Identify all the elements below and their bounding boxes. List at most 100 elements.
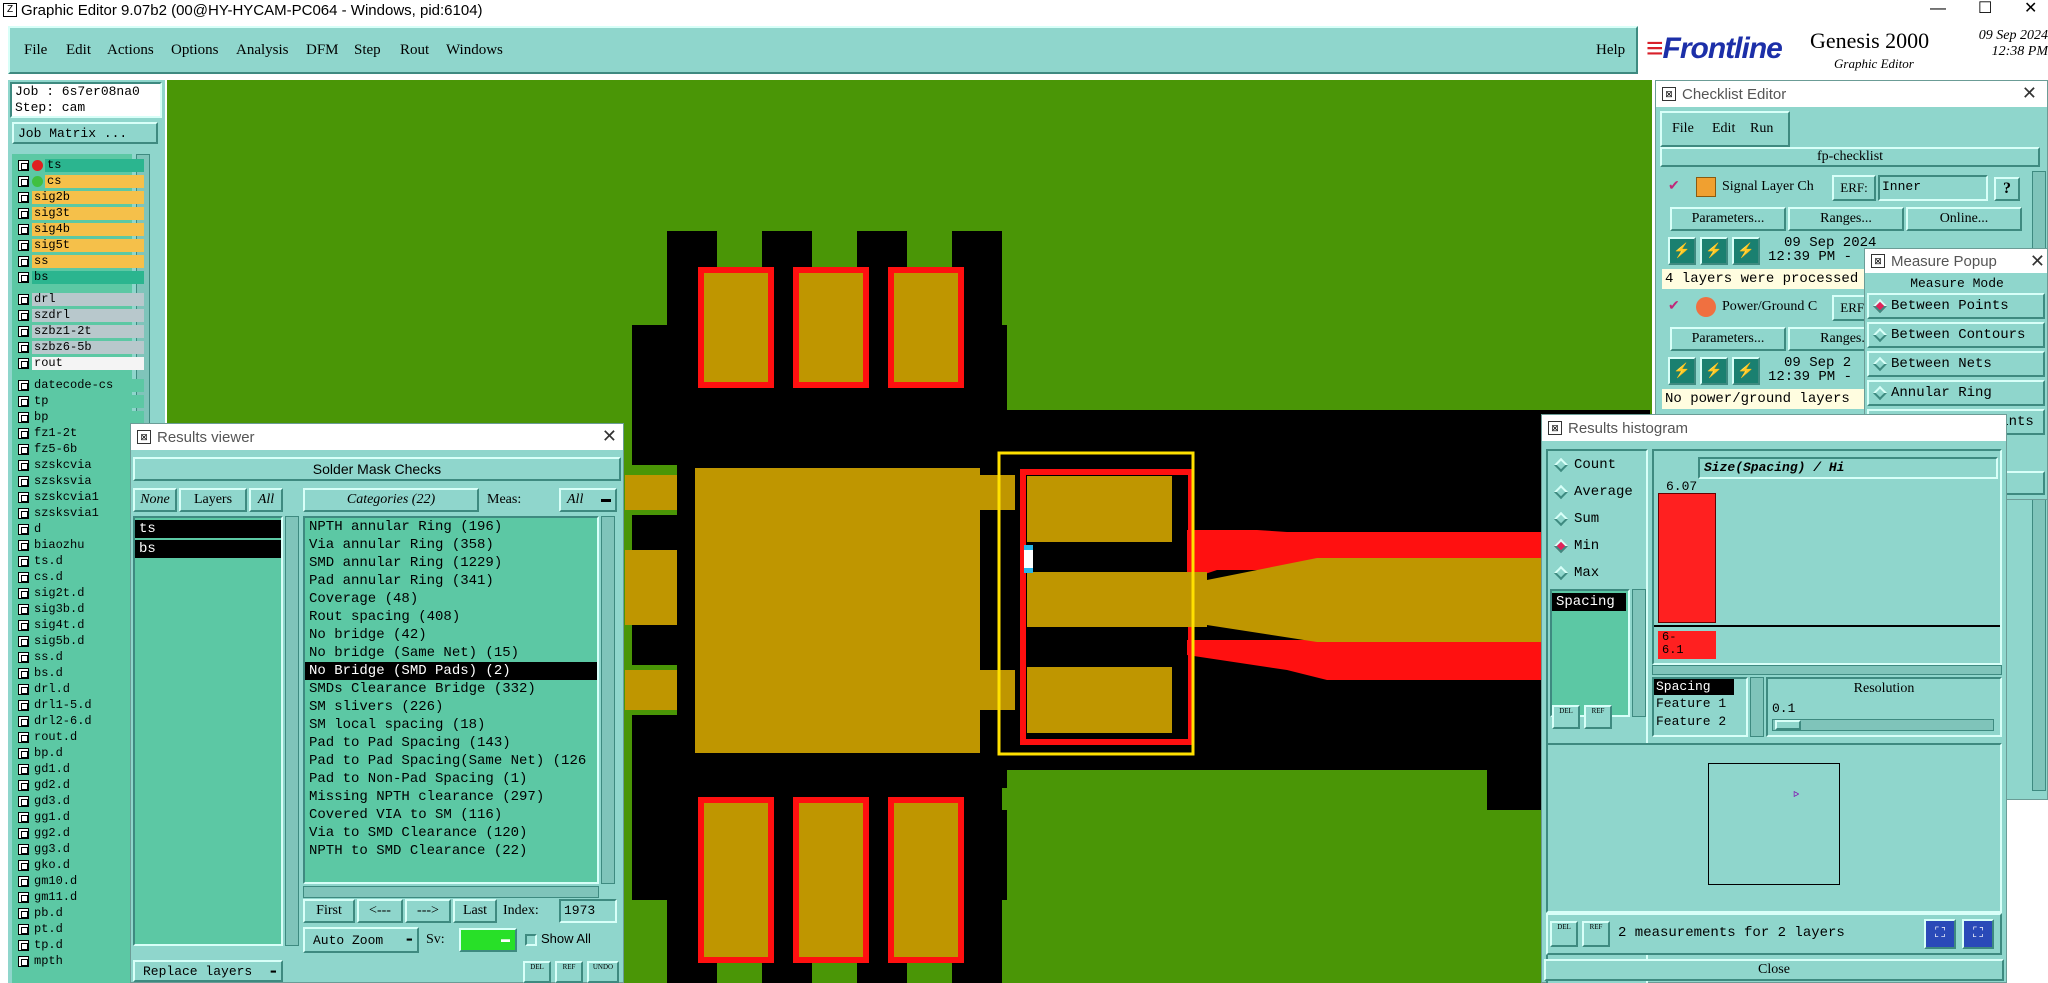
layer-row-mpth[interactable]: mpth (18, 954, 144, 968)
layer-row-rout[interactable]: rout (18, 356, 144, 370)
layer-row-rout.d[interactable]: rout.d (18, 730, 144, 744)
layer-row-sig2b[interactable]: sig2b (18, 190, 144, 204)
replace-layers-select[interactable]: Replace layers ▬ (133, 960, 283, 982)
layers-scrollbar[interactable] (285, 516, 299, 946)
parameters-button[interactable]: Parameters... (1670, 327, 1786, 351)
resolution-slider-handle[interactable] (1775, 720, 1801, 730)
layer-row-szbz1-2t[interactable]: szbz1-2t (18, 324, 144, 338)
layer-checkbox[interactable] (18, 811, 29, 823)
categories-list[interactable]: NPTH annular Ring (196) Via annular Ring … (303, 516, 599, 884)
online-button[interactable]: Online... (1906, 207, 2022, 231)
help-question-icon[interactable]: ? (1994, 177, 2020, 201)
layer-checkbox[interactable] (18, 843, 29, 855)
layer-checkbox[interactable] (18, 395, 29, 407)
zoom-to-fit-icon[interactable]: ⛶ (1924, 919, 1956, 949)
layer-checkbox[interactable] (18, 731, 29, 743)
run-step-icon[interactable]: ⚡ (1700, 237, 1728, 265)
run-icon[interactable]: ⚡ (1668, 237, 1696, 265)
layer-checkbox[interactable] (18, 651, 29, 663)
layer-row-fz5-6b[interactable]: fz5-6b (18, 442, 144, 456)
checklist-menu-run[interactable]: Run (1750, 121, 1773, 137)
category-item[interactable]: No bridge (42) (305, 626, 597, 644)
category-item[interactable]: No bridge (Same Net) (15) (305, 644, 597, 662)
last-button[interactable]: Last (453, 899, 497, 923)
layer-row-sig2t.d[interactable]: sig2t.d (18, 586, 144, 600)
category-item[interactable]: SMDs Clearance Bridge (332) (305, 680, 597, 698)
layer-row-drl[interactable]: drl (18, 292, 144, 306)
layer-row-cs[interactable]: cs (18, 174, 144, 188)
layer-row-drl.d[interactable]: drl.d (18, 682, 144, 696)
menu-actions[interactable]: Actions (107, 42, 154, 59)
categories-hscrollbar[interactable] (303, 886, 599, 898)
layer-row-gko.d[interactable]: gko.d (18, 858, 144, 872)
category-item[interactable]: Pad annular Ring (341) (305, 572, 597, 590)
layer-checkbox[interactable] (18, 175, 29, 187)
layer-row-bs.d[interactable]: bs.d (18, 666, 144, 680)
layer-row-szdrl[interactable]: szdrl (18, 308, 144, 322)
layer-row-sig5t[interactable]: sig5t (18, 238, 144, 252)
auto-zoom-select[interactable]: Auto Zoom ▬ (303, 927, 419, 953)
close-icon[interactable]: ✕ (602, 426, 617, 447)
layer-row-pt.d[interactable]: pt.d (18, 922, 144, 936)
layer-row-pb.d[interactable]: pb.d (18, 906, 144, 920)
run-all-icon[interactable]: ⚡ (1732, 357, 1760, 385)
layer-checkbox[interactable] (18, 325, 29, 337)
histogram-option-sum[interactable]: Sum (1550, 511, 1599, 527)
category-item[interactable]: Rout spacing (408) (305, 608, 597, 626)
histogram-option-max[interactable]: Max (1550, 565, 1599, 581)
ranges-button[interactable]: Ranges... (1788, 207, 1904, 231)
layer-checkbox[interactable] (18, 491, 29, 503)
layer-checkbox[interactable] (18, 923, 29, 935)
parameters-button[interactable]: Parameters... (1670, 207, 1786, 231)
histogram-close-button[interactable]: Close (1544, 959, 2004, 981)
layer-checkbox[interactable] (18, 159, 29, 171)
layer-checkbox[interactable] (18, 747, 29, 759)
layers-button[interactable]: Layers (179, 488, 247, 512)
maximize-icon[interactable]: ☐ (1978, 0, 1992, 18)
layer-row-d[interactable]: d (18, 522, 144, 536)
category-item[interactable]: Via annular Ring (358) (305, 536, 597, 554)
hist-ref-button[interactable]: REF (1584, 705, 1612, 729)
none-button[interactable]: None (133, 488, 177, 512)
measure-mode-between-points[interactable]: Between Points (1867, 293, 2045, 319)
layer-row-ss[interactable]: ss (18, 254, 144, 268)
histogram-list[interactable]: Spacing (1550, 589, 1630, 717)
histogram-bar[interactable] (1658, 493, 1716, 623)
measure-mode-between-nets[interactable]: Between Nets (1867, 351, 2045, 377)
layer-checkbox[interactable] (18, 271, 29, 283)
menu-step[interactable]: Step (354, 42, 381, 59)
layer-checkbox[interactable] (18, 779, 29, 791)
index-input[interactable]: 1973 (559, 899, 617, 923)
layer-checkbox[interactable] (18, 859, 29, 871)
layer-row-szsksvia1[interactable]: szsksvia1 (18, 506, 144, 520)
menu-options[interactable]: Options (171, 42, 219, 59)
layer-checkbox[interactable] (18, 411, 29, 423)
layer-checkbox[interactable] (18, 555, 29, 567)
layer-row-biaozhu[interactable]: biaozhu (18, 538, 144, 552)
layer-item-ts[interactable]: ts (135, 520, 281, 538)
next-button[interactable]: ---> (405, 899, 451, 923)
layer-checkbox[interactable] (18, 763, 29, 775)
layer-checkbox[interactable] (18, 683, 29, 695)
category-item[interactable]: NPTH annular Ring (196) (305, 518, 597, 536)
category-item[interactable]: Pad to Pad Spacing (143) (305, 734, 597, 752)
layer-checkbox[interactable] (18, 715, 29, 727)
checklist-menu-edit[interactable]: Edit (1712, 121, 1735, 137)
layer-checkbox[interactable] (18, 827, 29, 839)
category-item[interactable]: Pad to Non-Pad Spacing (1) (305, 770, 597, 788)
footer-del-button[interactable]: DEL (1550, 921, 1578, 947)
field-feature-1[interactable]: Feature 1 (1654, 695, 1746, 713)
category-item[interactable]: SMD annular Ring (1229) (305, 554, 597, 572)
layer-row-cs.d[interactable]: cs.d (18, 570, 144, 584)
menu-edit[interactable]: Edit (66, 42, 91, 59)
histogram-list-item[interactable]: Spacing (1552, 593, 1626, 611)
layers-list[interactable]: ts bs (133, 516, 283, 946)
erf-button[interactable]: ERF: (1832, 175, 1876, 201)
histogram-hscrollbar[interactable] (1652, 665, 2002, 675)
layer-row-szskcvia[interactable]: szskcvia (18, 458, 144, 472)
layer-checkbox[interactable] (18, 357, 29, 369)
first-button[interactable]: First (303, 899, 355, 923)
layer-row-sig3b.d[interactable]: sig3b.d (18, 602, 144, 616)
footer-ref-button[interactable]: REF (1582, 921, 1610, 947)
checklist-menu-file[interactable]: File (1672, 121, 1694, 137)
